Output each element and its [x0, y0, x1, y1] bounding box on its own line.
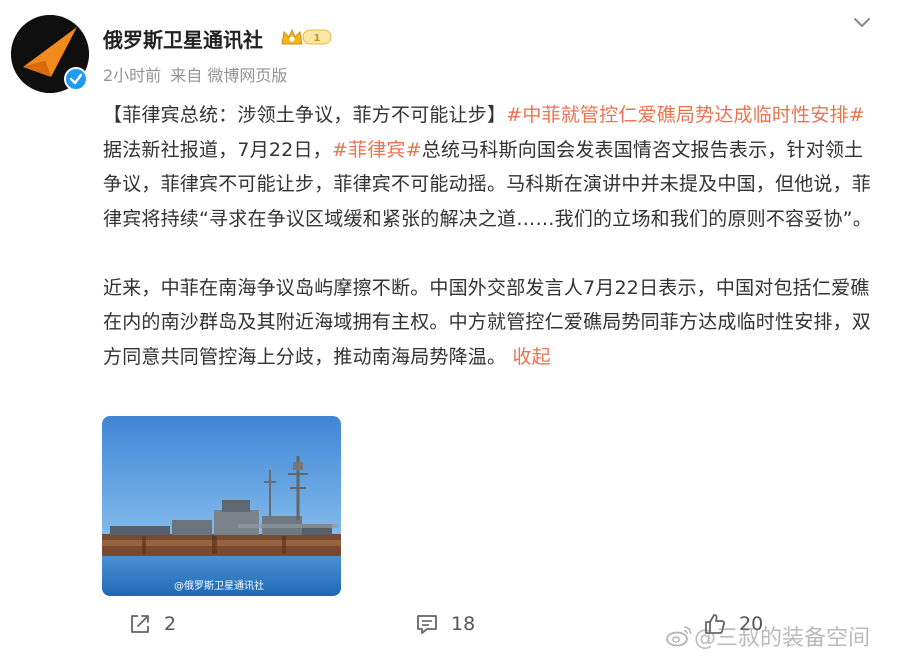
repost-icon — [131, 615, 149, 633]
comment-button[interactable]: 18 — [415, 610, 475, 638]
ship-photo — [102, 416, 341, 596]
image-watermark: @俄罗斯卫星通讯社 — [174, 581, 264, 592]
topic-link-philippines[interactable]: #菲律宾# — [332, 139, 422, 161]
post-meta: 2小时前 来自 微博网页版 — [103, 62, 287, 86]
vip-crown-icon — [281, 28, 303, 45]
more-options-button[interactable] — [850, 10, 874, 34]
verified-icon — [64, 67, 88, 91]
author-name[interactable]: 俄罗斯卫星通讯社 — [103, 24, 263, 53]
page-watermark: @三叔的装备空间 — [666, 620, 870, 652]
vip-badge[interactable]: 1 — [280, 26, 332, 48]
post-image[interactable]: @俄罗斯卫星通讯社 — [102, 416, 341, 596]
content-title: 【菲律宾总统：涉领土争议，菲方不可能让步】 — [103, 104, 507, 126]
post-time[interactable]: 2小时前 — [103, 66, 161, 85]
content-text: 近来，中菲在南海争议岛屿摩擦不断。中国外交部发言人7月22日表示，中国对包括仁爱… — [103, 276, 872, 368]
topic-link-tag[interactable]: #中菲就管控仁爱礁局势达成临时性安排# — [506, 104, 865, 126]
post-source: 来自 微博网页版 — [170, 66, 288, 85]
repost-count: 2 — [164, 613, 177, 635]
content-text: 据法新社报道，7月22日， — [103, 138, 332, 161]
watermark-text: @三叔的装备空间 — [694, 626, 871, 651]
collapse-link[interactable]: 收起 — [506, 346, 551, 368]
content-paragraph-1: 【菲律宾总统：涉领土争议，菲方不可能让步】#中菲就管控仁爱礁局势达成临时性安排#… — [103, 98, 878, 236]
comment-count: 18 — [451, 613, 476, 635]
post-content: 【菲律宾总统：涉领土争议，菲方不可能让步】#中菲就管控仁爱礁局势达成临时性安排#… — [103, 98, 878, 374]
comment-icon — [417, 615, 437, 634]
chevron-down-icon — [854, 18, 870, 27]
weibo-logo-icon — [666, 626, 692, 647]
content-paragraph-2: 近来，中菲在南海争议岛屿摩擦不断。中国外交部发言人7月22日表示，中国对包括仁爱… — [103, 271, 878, 375]
repost-button[interactable]: 2 — [128, 610, 176, 638]
badge-level: 1 — [314, 33, 321, 44]
